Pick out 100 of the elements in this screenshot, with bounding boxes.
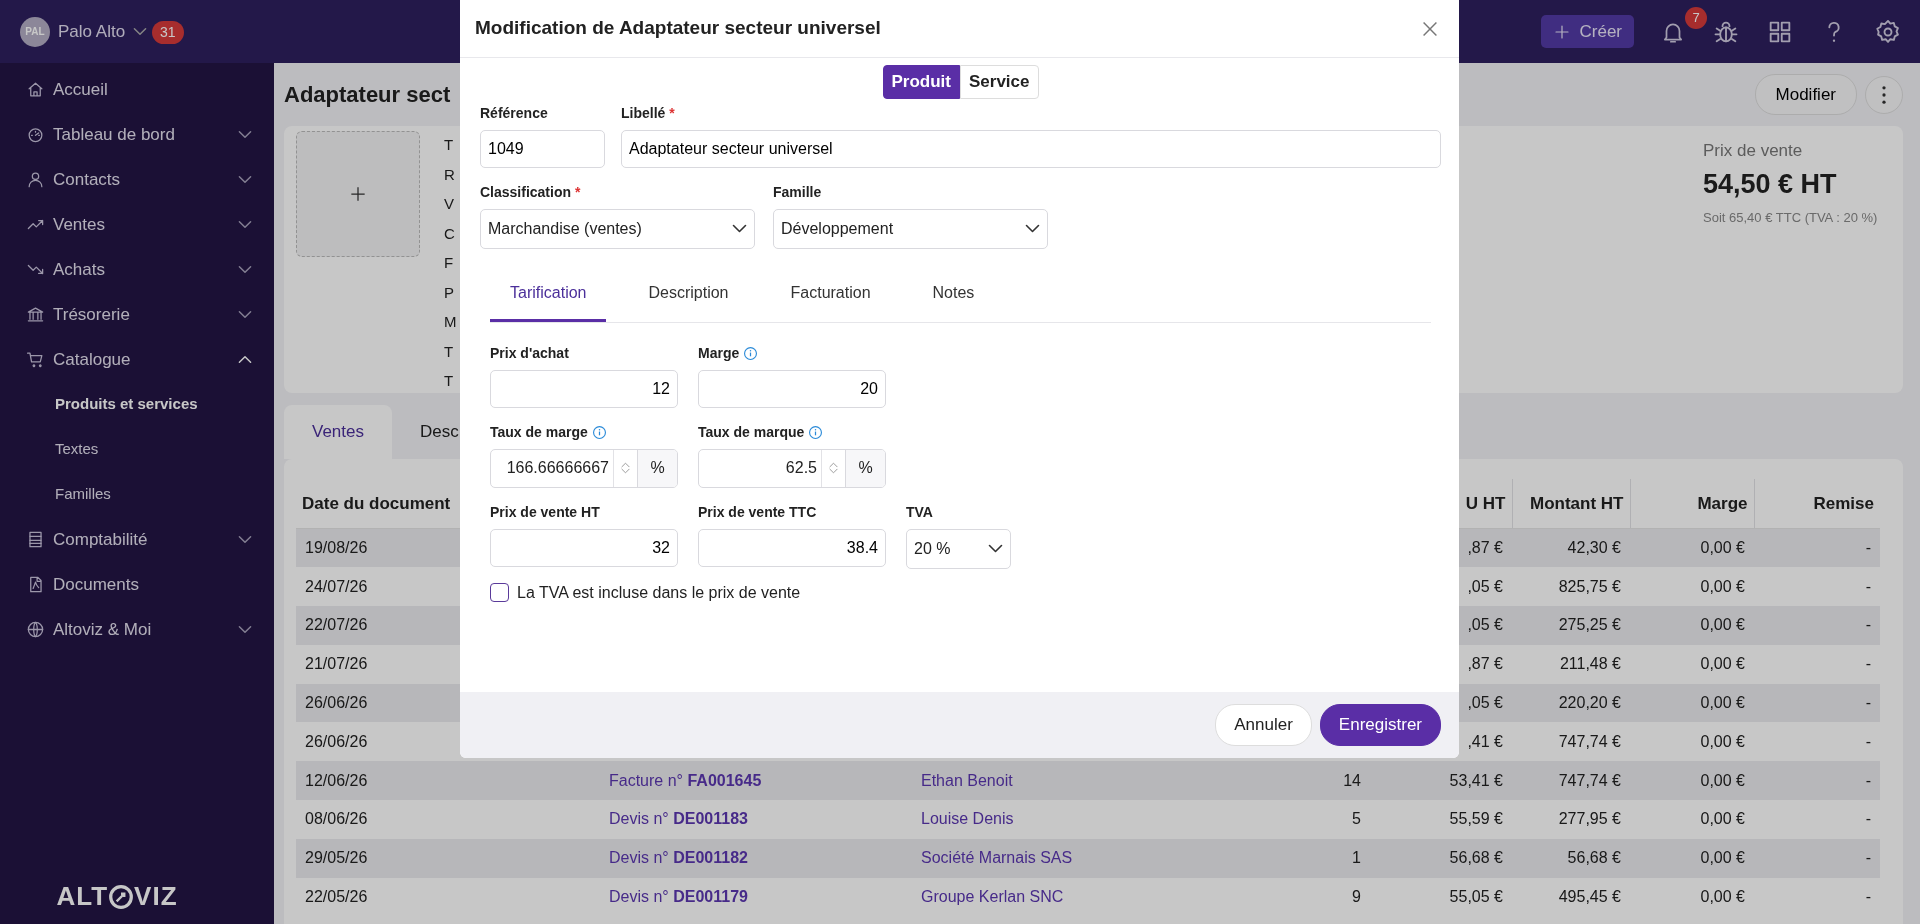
company-name[interactable]: Palo Alto (58, 18, 126, 45)
dialog-title: Modification de Adaptateur secteur universel (475, 16, 881, 41)
table-cell: - (1865, 849, 1871, 867)
client-link[interactable]: Louise Denis (921, 810, 1014, 828)
table-cell: - (1865, 577, 1871, 595)
chevron-down-icon[interactable] (238, 535, 252, 544)
page-title: Adaptateur sect (284, 81, 451, 109)
table-cell: 1 (1352, 849, 1361, 867)
table-cell: 22/05/26 (305, 888, 368, 906)
column-header[interactable]: U HT (1465, 493, 1506, 513)
text-field[interactable]: 1049 (480, 129, 605, 168)
table-cell: 29/05/26 (305, 849, 368, 867)
table-cell: 0,00 € (1700, 888, 1745, 906)
info-icon[interactable] (808, 424, 824, 440)
logo-text: ALT (56, 880, 109, 913)
sidebar-item[interactable]: Catalogue (0, 337, 274, 382)
select-field[interactable]: Marchandise (ventes) (480, 208, 755, 249)
sidebar-item[interactable]: Documents (0, 562, 274, 607)
sidebar-item[interactable]: Accueil (0, 67, 274, 112)
column-header[interactable]: Montant HT (1530, 493, 1624, 513)
tab[interactable]: Tarification (490, 270, 607, 322)
sidebar-subitem[interactable]: Produits et services (55, 393, 198, 416)
type-toggle[interactable]: Produit (882, 65, 960, 99)
field-label: Marge (698, 343, 740, 363)
field-label: C (444, 223, 456, 244)
table-cell: - (1865, 888, 1871, 906)
document-link[interactable]: Devis n° DE001179 (609, 888, 748, 906)
create-button[interactable]: Créer (1541, 14, 1634, 49)
document-link[interactable]: Devis n° DE001183 (609, 810, 748, 828)
chevron-down-icon[interactable] (238, 175, 252, 184)
table-cell: ,87 € (1467, 539, 1503, 557)
sidebar-subitem[interactable]: Textes (55, 438, 99, 461)
plus-icon (348, 184, 368, 204)
sidebar-item[interactable]: Achats (0, 247, 274, 292)
field-label: F (444, 253, 455, 273)
info-icon[interactable] (591, 424, 607, 440)
sidebar-item[interactable]: Ventes (0, 202, 274, 247)
save-button[interactable]: Enregistrer (1319, 704, 1441, 746)
field-label: Prix de vente TTC (698, 502, 817, 522)
table-cell: 825,75 € (1558, 577, 1621, 595)
column-header[interactable]: Remise (1813, 493, 1874, 513)
settings-icon[interactable] (1874, 17, 1902, 46)
edit-button[interactable]: Modifier (1754, 73, 1857, 116)
column-header[interactable]: Marge (1697, 493, 1748, 513)
price-label: Prix de vente (1703, 140, 1804, 162)
table-cell: 19/08/26 (305, 539, 368, 557)
field-label: V (444, 194, 455, 214)
field-label: Taux de marque (698, 422, 805, 442)
table-cell: - (1865, 810, 1871, 828)
table-cell: 211,48 € (1559, 655, 1621, 673)
table-cell: ,05 € (1467, 577, 1503, 595)
field-label: T (444, 341, 455, 362)
table-cell: 747,74 € (1558, 771, 1621, 789)
tab[interactable]: Ventes (284, 405, 392, 459)
table-cell: 495,45 € (1558, 888, 1621, 906)
gauge-icon (26, 125, 45, 144)
tab[interactable]: Notes (912, 270, 995, 322)
table-cell: 53,41 € (1449, 771, 1503, 789)
client-link[interactable]: Ethan Benoit (921, 771, 1013, 789)
sidebar-item[interactable]: Trésorerie (0, 292, 274, 337)
info-icon[interactable] (743, 345, 759, 361)
table-cell: 275,25 € (1558, 616, 1621, 634)
chevron-down-icon[interactable] (238, 310, 252, 319)
sidebar-item[interactable]: Comptabilité (0, 517, 274, 562)
text-field[interactable]: Adaptateur secteur universel (621, 129, 1441, 168)
number-field[interactable]: 12 (490, 369, 678, 408)
tab[interactable]: Description (628, 270, 749, 322)
sidebar-item[interactable]: Altoviz & Moi (0, 607, 274, 652)
chevron-down-icon[interactable] (238, 625, 252, 634)
table-cell: 0,00 € (1700, 810, 1745, 828)
table-cell: 0,00 € (1700, 732, 1745, 750)
chevron-down-icon[interactable] (238, 220, 252, 229)
sidebar-item[interactable]: Tableau de bord (0, 112, 274, 157)
tab[interactable]: Facturation (770, 270, 891, 322)
client-link[interactable]: Groupe Kerlan SNC (921, 888, 1064, 906)
table-cell: 0,00 € (1700, 694, 1745, 712)
sidebar-item[interactable]: Contacts (0, 157, 274, 202)
select-field[interactable]: Développement (773, 208, 1048, 249)
number-field[interactable]: 20 (698, 369, 886, 408)
number-field[interactable]: 32 (490, 528, 678, 567)
chevron-down-icon (1025, 224, 1040, 233)
chevron-down-icon[interactable] (133, 27, 148, 36)
table-cell: 26/06/26 (305, 732, 368, 750)
checkbox[interactable] (490, 583, 509, 602)
chevron-up-icon[interactable] (238, 355, 252, 364)
number-field[interactable]: 38.4 (698, 528, 886, 567)
cancel-button[interactable]: Annuler (1215, 704, 1312, 746)
field-label: Taux de marge (490, 422, 588, 442)
chevron-down-icon[interactable] (238, 130, 252, 139)
select-field[interactable]: 20 % (906, 528, 1011, 569)
table-cell: 21/07/26 (305, 655, 368, 673)
column-header[interactable]: Date du document (302, 493, 451, 513)
field-label: M (444, 312, 457, 332)
type-toggle[interactable]: Service (960, 65, 1039, 99)
table-cell: 9 (1352, 888, 1361, 906)
field-label: Classification (480, 182, 572, 202)
sidebar-subitem[interactable]: Familles (55, 483, 111, 506)
table-cell: 0,00 € (1700, 616, 1745, 634)
checkbox-label[interactable]: La TVA est incluse dans le prix de vente (517, 580, 801, 605)
chevron-down-icon[interactable] (238, 265, 252, 274)
